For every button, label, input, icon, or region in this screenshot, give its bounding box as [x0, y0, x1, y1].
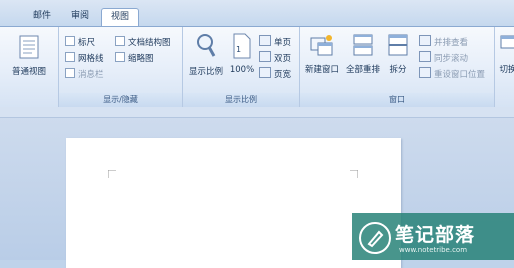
sync-scroll-button[interactable]: 同步滚动: [419, 51, 468, 64]
thumbnails-checkbox[interactable]: 缩略图: [115, 52, 154, 64]
page-width-label: 页宽: [274, 70, 292, 80]
side-by-side-button[interactable]: 并排查看: [419, 35, 468, 48]
normal-view-button[interactable]: 普通视图: [0, 35, 58, 77]
switch-windows-icon: [500, 35, 514, 49]
normal-view-icon: [19, 35, 39, 59]
sync-scroll-label: 同步滚动: [434, 54, 469, 64]
ruler-checkbox[interactable]: 标尺: [65, 36, 95, 48]
watermark-url: www.notetribe.com: [399, 246, 468, 254]
reset-window-position-button[interactable]: 重设窗口位置: [419, 67, 485, 80]
split-label: 拆分: [389, 65, 407, 75]
gridlines-label: 网格线: [78, 54, 104, 64]
watermark-title: 笔记部落: [395, 224, 476, 246]
two-pages-label: 双页: [274, 54, 292, 64]
new-window-label: 新建窗口: [304, 65, 339, 75]
zoom-label: 显示比例: [188, 67, 223, 77]
tab-mailings[interactable]: 邮件: [24, 8, 60, 25]
switch-windows-label: 切换: [499, 65, 514, 75]
margin-corner-mark-right: [350, 170, 358, 178]
zoom-button[interactable]: 显示比例: [186, 33, 226, 77]
thumbnails-label: 缩略图: [128, 54, 154, 64]
side-by-side-label: 并排查看: [434, 38, 469, 48]
two-pages-icon: [259, 51, 271, 62]
group-views: 普通视图: [0, 27, 59, 107]
thumbnails-checkbox-box: [115, 52, 125, 62]
gridlines-checkbox[interactable]: 网格线: [65, 52, 104, 64]
page-width-icon: [259, 67, 271, 78]
ruler-label: 标尺: [78, 38, 96, 48]
group-show-hide: 标尺 文档结构图 网格线 缩略图 消息栏 显示/隐藏: [59, 27, 183, 107]
arrange-all-button[interactable]: 全部重排: [343, 33, 383, 75]
group-label-show-hide: 显示/隐藏: [59, 93, 182, 107]
arrange-all-icon: [353, 34, 373, 56]
page-width-button[interactable]: 页宽: [259, 67, 291, 80]
document-map-checkbox-box: [115, 36, 125, 46]
gridlines-checkbox-box: [65, 52, 75, 62]
one-page-button[interactable]: 单页: [259, 35, 291, 48]
reset-position-icon: [419, 67, 431, 78]
zoom-100-button[interactable]: 1 100%: [227, 33, 257, 75]
ribbon: 普通视图 标尺 文档结构图 网格线 缩略图 消息栏 显示/隐藏 显示比例 1 1…: [0, 26, 514, 108]
group-label-zoom: 显示比例: [183, 93, 299, 107]
horizontal-ruler[interactable]: [0, 107, 514, 118]
site-watermark: 笔记部落 www.notetribe.com: [352, 213, 514, 260]
ruler-checkbox-box: [65, 36, 75, 46]
reset-position-label: 重设窗口位置: [434, 70, 486, 80]
document-map-label: 文档结构图: [128, 38, 171, 48]
group-zoom: 显示比例 1 100% 单页 双页 页宽 显示比例: [183, 27, 300, 107]
page-100-icon: 1: [233, 33, 251, 59]
group-window: 新建窗口 全部重排 拆分 并排查看 同步滚动 重设窗口位置 窗口: [300, 27, 495, 107]
two-pages-button[interactable]: 双页: [259, 51, 291, 64]
arrange-all-label: 全部重排: [345, 65, 380, 75]
group-label-window: 窗口: [300, 93, 494, 107]
document-page[interactable]: [66, 138, 401, 268]
pen-logo-icon: [359, 222, 391, 254]
sync-scroll-icon: [419, 51, 431, 62]
message-bar-label: 消息栏: [78, 70, 104, 80]
tab-view[interactable]: 视图: [101, 8, 139, 26]
document-map-checkbox[interactable]: 文档结构图: [115, 36, 171, 48]
side-by-side-icon: [419, 35, 431, 46]
margin-corner-mark-left: [108, 170, 116, 178]
normal-view-label: 普通视图: [11, 67, 46, 77]
pen-glyph-icon: [367, 230, 384, 248]
one-page-icon: [259, 35, 271, 46]
magnifier-icon: [197, 34, 216, 57]
new-window-icon: [310, 35, 333, 56]
tab-review[interactable]: 审阅: [60, 8, 100, 25]
switch-windows-button[interactable]: 切换: [497, 33, 514, 75]
svg-text:1: 1: [236, 45, 241, 54]
zoom-100-label: 100%: [229, 65, 255, 75]
one-page-label: 单页: [274, 38, 292, 48]
message-bar-checkbox[interactable]: 消息栏: [65, 68, 104, 80]
new-window-button[interactable]: 新建窗口: [302, 33, 342, 75]
message-bar-checkbox-box: [65, 68, 75, 78]
split-icon: [388, 34, 408, 56]
ribbon-tab-bar: 邮件 审阅 视图: [0, 0, 514, 26]
split-button[interactable]: 拆分: [384, 33, 412, 75]
